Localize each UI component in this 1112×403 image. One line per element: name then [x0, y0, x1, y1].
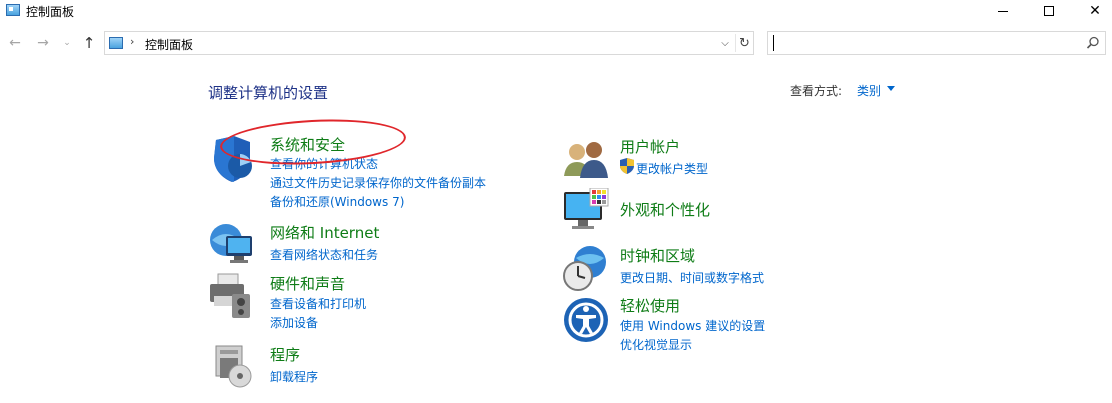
arrow-right-icon: → [37, 35, 49, 51]
window-title: 控制面板 [26, 5, 75, 19]
minimize-button[interactable] [980, 0, 1026, 22]
close-button[interactable]: ✕ [1072, 0, 1112, 22]
hardware-title[interactable]: 硬件和声音 [270, 273, 345, 294]
link-view-network-status[interactable]: 查看网络状态和任务 [270, 246, 378, 263]
link-file-history-backup[interactable]: 通过文件历史记录保存你的文件备份副本 [270, 174, 486, 191]
refresh-button[interactable]: ↻ [735, 34, 753, 52]
network-globe-icon[interactable] [208, 220, 256, 268]
recent-locations-button[interactable]: ⌄ [60, 33, 74, 53]
page-title: 调整计算机的设置 [208, 84, 329, 102]
users-icon[interactable] [562, 136, 610, 184]
clock-region-title[interactable]: 时钟和区域 [620, 245, 695, 266]
back-button[interactable]: ← [6, 33, 24, 53]
link-optimize-visual-display[interactable]: 优化视觉显示 [620, 336, 692, 353]
chevron-right-icon[interactable]: › [130, 35, 134, 48]
title-bar: 控制面板 ✕ [0, 0, 1112, 22]
annotation-ellipse [218, 115, 408, 169]
address-dropdown-button[interactable]: ⌵ [717, 34, 733, 52]
programs-title[interactable]: 程序 [270, 344, 300, 365]
control-panel-icon [6, 4, 20, 16]
user-accounts-title[interactable]: 用户帐户 [620, 136, 680, 157]
link-backup-restore[interactable]: 备份和还原(Windows 7) [270, 193, 404, 210]
breadcrumb-control-panel[interactable]: 控制面板 [145, 36, 193, 53]
link-uninstall-program[interactable]: 卸载程序 [270, 368, 318, 385]
search-icon[interactable] [1086, 36, 1100, 50]
up-button[interactable]: ↑ [80, 33, 98, 53]
ease-of-access-icon[interactable] [562, 296, 610, 344]
arrow-up-icon: ↑ [82, 34, 96, 52]
search-box[interactable] [767, 31, 1106, 55]
refresh-icon: ↻ [739, 35, 750, 51]
network-title[interactable]: 网络和 Internet [270, 222, 379, 243]
view-by-label: 查看方式: [790, 84, 843, 98]
chevron-down-icon: ⌵ [721, 37, 729, 49]
uac-shield-icon [620, 158, 634, 174]
minimize-icon [998, 10, 1008, 12]
navigation-bar: ← → ⌄ ↑ › 控制面板 ⌵ ↻ [0, 30, 1112, 56]
ease-of-access-title[interactable]: 轻松使用 [620, 295, 680, 316]
printer-icon[interactable] [208, 272, 256, 320]
maximize-button[interactable] [1026, 0, 1072, 22]
clock-globe-icon[interactable] [562, 244, 610, 292]
arrow-left-icon: ← [9, 35, 21, 51]
programs-icon[interactable] [210, 342, 258, 390]
link-add-device[interactable]: 添加设备 [270, 314, 318, 331]
address-bar[interactable]: › 控制面板 ⌵ ↻ [104, 31, 754, 55]
link-use-windows-recommended[interactable]: 使用 Windows 建议的设置 [620, 317, 765, 334]
link-change-account-type[interactable]: 更改帐户类型 [636, 160, 708, 177]
close-icon: ✕ [1089, 3, 1101, 19]
forward-button[interactable]: → [34, 33, 52, 53]
maximize-icon [1044, 6, 1054, 16]
link-view-devices-printers[interactable]: 查看设备和打印机 [270, 295, 366, 312]
caret-down-icon[interactable] [887, 86, 895, 91]
view-by-dropdown[interactable]: 类别 [857, 82, 881, 99]
search-input[interactable] [772, 34, 1072, 52]
chevron-down-icon: ⌄ [63, 38, 71, 48]
link-change-date-time-format[interactable]: 更改日期、时间或数字格式 [620, 269, 764, 286]
monitor-palette-icon[interactable] [562, 188, 610, 236]
appearance-title[interactable]: 外观和个性化 [620, 199, 710, 220]
control-panel-icon [109, 37, 123, 49]
